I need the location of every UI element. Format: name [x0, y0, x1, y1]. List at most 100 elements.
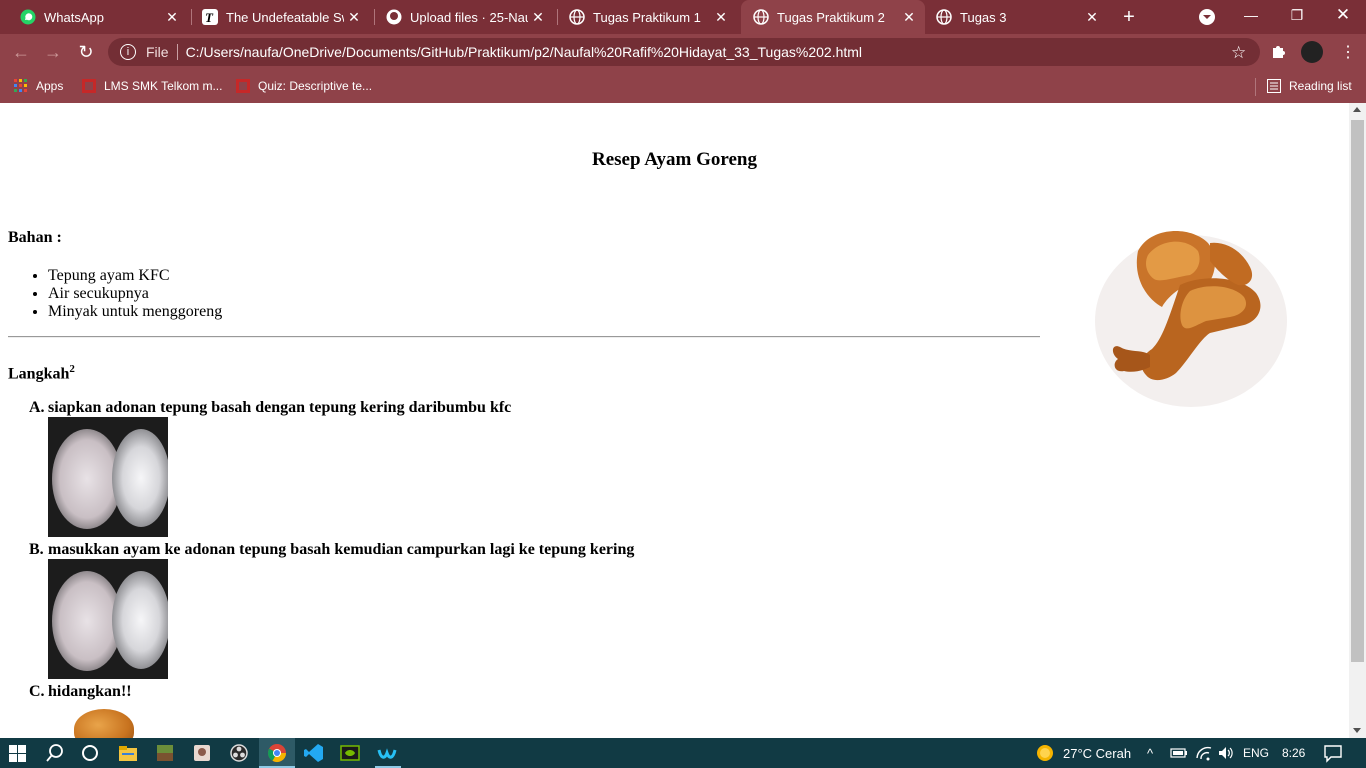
search-icon[interactable]	[45, 743, 65, 763]
whatsapp-icon	[20, 9, 36, 25]
bookmark-star-icon[interactable]: ☆	[1231, 43, 1246, 63]
tab-title: WhatsApp	[44, 9, 104, 25]
clock[interactable]: 8:26	[1282, 746, 1305, 760]
flour-bowls-image	[48, 559, 168, 679]
t-logo-icon: T	[202, 9, 218, 25]
tab-title: Tugas 3	[960, 9, 1007, 25]
close-icon[interactable]: ✕	[346, 9, 362, 25]
nvidia-icon[interactable]	[340, 743, 360, 763]
close-icon[interactable]: ✕	[713, 9, 729, 25]
task-view-icon[interactable]	[80, 743, 100, 763]
github-icon	[386, 9, 402, 25]
list-item: Air secukupnya	[48, 285, 222, 303]
tab-title: Tugas Praktikum 1	[593, 9, 701, 25]
scheme-label: File	[146, 44, 169, 60]
tab-title: The Undefeatable Swo	[226, 9, 344, 25]
notification-icon[interactable]	[1324, 744, 1344, 764]
chevron-up-icon[interactable]: ^	[1147, 746, 1153, 761]
tab-search-button[interactable]	[1199, 9, 1215, 25]
globe-icon	[753, 9, 769, 25]
bookmark-label: Quiz: Descriptive te...	[258, 79, 373, 93]
flour-bowls-image	[48, 417, 168, 537]
more-menu-icon[interactable]: ⋮	[1340, 42, 1356, 62]
step-letter: C.	[29, 683, 45, 700]
info-icon[interactable]: i	[120, 44, 136, 60]
list-item: Tepung ayam KFC	[48, 267, 222, 285]
tab-tugas-3[interactable]: Tugas 3 ✕	[916, 0, 1108, 34]
scrollbar-thumb[interactable]	[1351, 120, 1364, 662]
reading-list-label: Reading list	[1289, 79, 1352, 93]
ingredient-list: Tepung ayam KFC Air secukupnya Minyak un…	[48, 267, 222, 321]
close-icon[interactable]: ✕	[901, 9, 917, 25]
step-item: C. hidangkan!!	[29, 683, 132, 701]
chevron-down-icon	[1203, 15, 1211, 19]
chrome-taskbar-button[interactable]	[259, 738, 295, 768]
omnibox-divider	[176, 44, 178, 60]
lms-icon	[82, 79, 96, 93]
reading-list-button[interactable]: Reading list	[1267, 77, 1352, 95]
profile-avatar[interactable]	[1301, 41, 1323, 63]
weather-text[interactable]: 27°C Cerah	[1063, 746, 1131, 761]
close-icon[interactable]: ✕	[530, 9, 546, 25]
webex-icon[interactable]	[377, 743, 397, 763]
tab-tugas-praktikum-2[interactable]: Tugas Praktikum 2 ✕	[741, 0, 925, 34]
minecraft-icon[interactable]	[155, 743, 175, 763]
language-indicator[interactable]: ENG	[1243, 746, 1269, 760]
tab-strip: WhatsApp ✕ T The Undefeatable Swo ✕ Uplo…	[0, 0, 1366, 34]
apps-grid-icon	[14, 79, 27, 92]
close-icon[interactable]: ✕	[1084, 9, 1100, 25]
page-title: Resep Ayam Goreng	[591, 149, 757, 170]
reading-list-icon	[1267, 79, 1281, 93]
tab-whatsapp[interactable]: WhatsApp ✕	[0, 0, 188, 34]
svg-text:T: T	[205, 10, 214, 25]
bookmark-lms[interactable]: LMS SMK Telkom m...	[82, 77, 222, 95]
new-tab-button[interactable]: +	[1118, 7, 1140, 27]
scroll-up-icon[interactable]	[1353, 107, 1361, 112]
minimize-button[interactable]: —	[1228, 0, 1274, 30]
step-text: hidangkan!!	[48, 683, 132, 700]
forward-button[interactable]: →	[42, 41, 64, 63]
bookmark-label: Apps	[36, 79, 64, 93]
address-bar[interactable]: i File C:/Users/naufa/OneDrive/Documents…	[108, 38, 1260, 66]
bookmark-apps[interactable]: Apps	[14, 77, 63, 95]
vscode-icon[interactable]	[304, 743, 324, 763]
tab-title: Upload files · 25-Naufa	[410, 9, 528, 25]
tab-tugas-praktikum-1[interactable]: Tugas Praktikum 1 ✕	[549, 0, 737, 34]
restore-button[interactable]: ❐	[1274, 0, 1320, 30]
back-button[interactable]: ←	[10, 41, 32, 63]
tab-upload-files[interactable]: Upload files · 25-Naufa ✕	[366, 0, 554, 34]
file-explorer-icon[interactable]	[118, 743, 138, 763]
speaker-icon[interactable]	[1218, 745, 1238, 765]
windows-start-icon[interactable]	[9, 745, 29, 765]
close-window-button[interactable]: ✕	[1320, 0, 1366, 30]
close-icon[interactable]: ✕	[164, 9, 180, 25]
weather-sun-icon[interactable]	[1035, 743, 1055, 763]
chrome-icon	[268, 744, 286, 763]
scroll-down-icon[interactable]	[1353, 728, 1361, 733]
bahan-heading: Bahan :	[8, 229, 62, 246]
web-page: Resep Ayam Goreng Bahan : Tepung ayam KF…	[0, 103, 1349, 738]
globe-icon	[569, 9, 585, 25]
bookmark-label: LMS SMK Telkom m...	[104, 79, 223, 93]
bookmarks-divider	[1255, 78, 1256, 96]
fried-chicken-image	[1090, 221, 1292, 407]
bookmarks-bar: Apps LMS SMK Telkom m... Quiz: Descripti…	[0, 70, 1366, 103]
battery-icon[interactable]	[1170, 745, 1190, 765]
langkah-label: Langkah	[8, 365, 70, 383]
step-item: A. siapkan adonan tepung basah dengan tep…	[29, 399, 511, 417]
obs-icon[interactable]	[229, 743, 249, 763]
game-app-icon[interactable]	[192, 743, 212, 763]
url-text[interactable]: C:/Users/naufa/OneDrive/Documents/GitHub…	[186, 44, 862, 60]
tab-undefeatable[interactable]: T The Undefeatable Swo ✕	[182, 0, 370, 34]
wifi-icon[interactable]	[1195, 745, 1215, 765]
reload-button[interactable]: ↻	[75, 41, 97, 63]
horizontal-rule	[8, 336, 1040, 338]
extensions-icon[interactable]	[1270, 43, 1286, 63]
tab-title: Tugas Praktikum 2	[777, 9, 885, 25]
browser-chrome: WhatsApp ✕ T The Undefeatable Swo ✕ Uplo…	[0, 0, 1366, 103]
step-letter: A.	[29, 399, 45, 416]
bookmark-quiz[interactable]: Quiz: Descriptive te...	[236, 77, 372, 95]
lms-icon	[236, 79, 250, 93]
langkah-superscript: 2	[69, 363, 75, 375]
windows-taskbar: 27°C Cerah ^ ENG 8:26	[0, 738, 1366, 768]
